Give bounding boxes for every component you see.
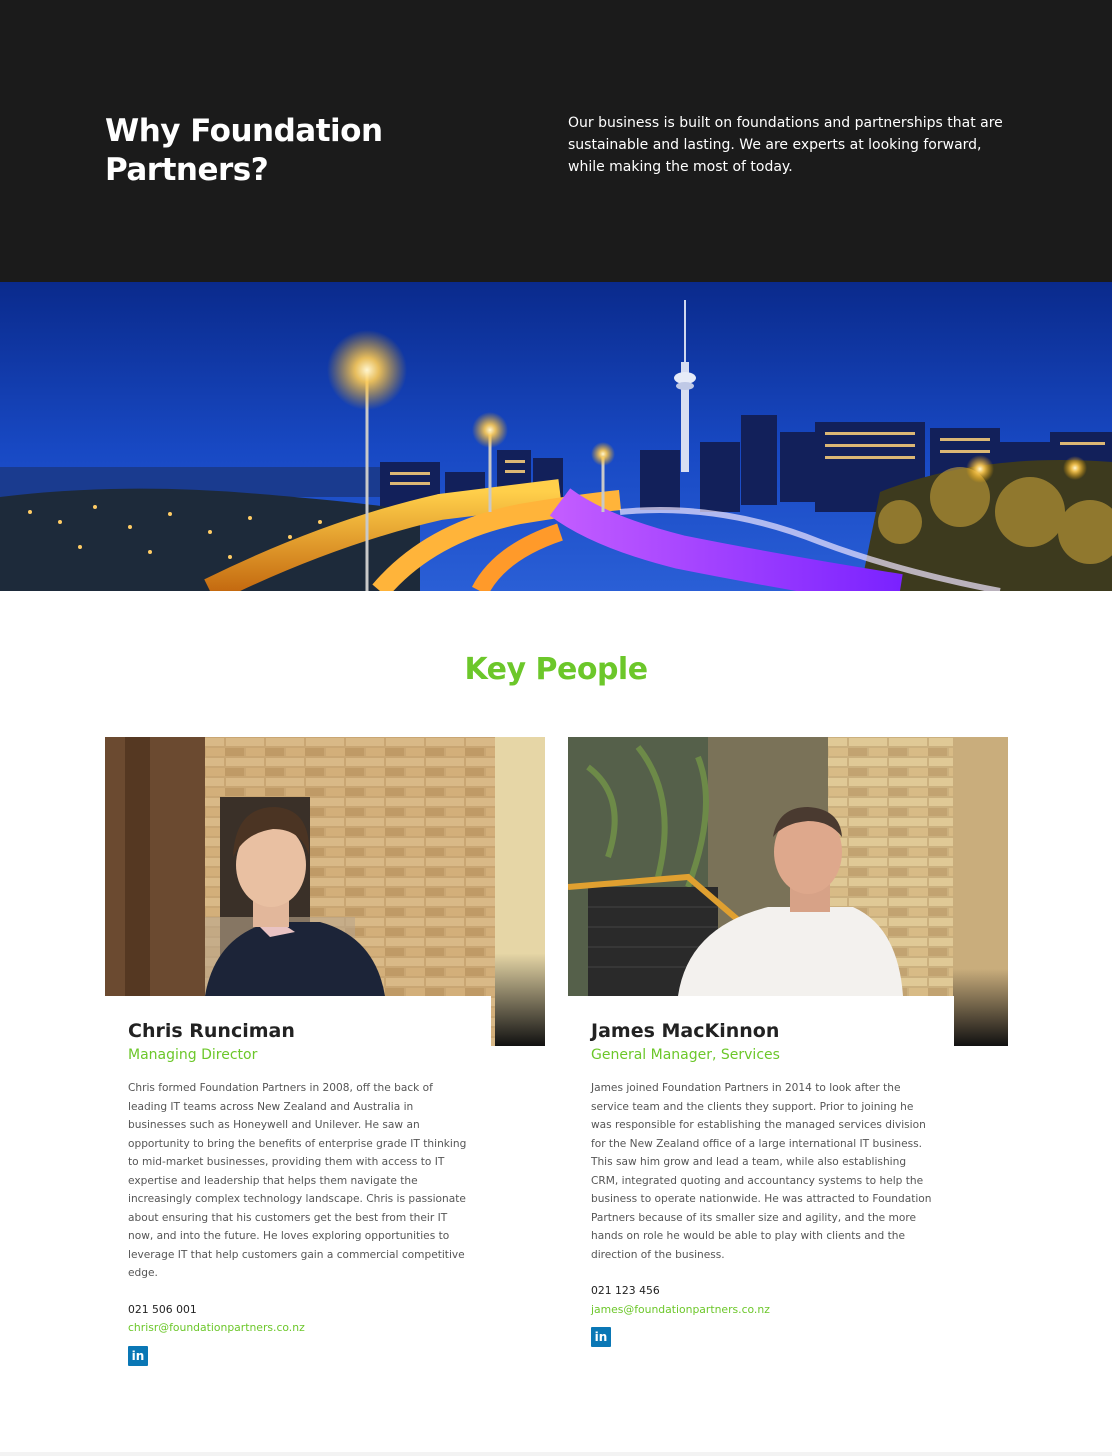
person-role: Managing Director bbox=[128, 1047, 258, 1063]
footer-divider bbox=[0, 1452, 1112, 1456]
linkedin-icon[interactable]: in bbox=[591, 1327, 611, 1347]
person-phone[interactable]: 021 123 456 bbox=[591, 1282, 931, 1301]
hero-intro-text: Our business is built on foundations and… bbox=[568, 115, 1003, 175]
person-bio: James joined Foundation Partners in 2014… bbox=[591, 1082, 932, 1261]
person-info: James MacKinnon General Manager, Service… bbox=[568, 996, 954, 1347]
person-bio: Chris formed Foundation Partners in 2008… bbox=[128, 1082, 467, 1279]
hero-section: Why Foundation Partners? Our business is… bbox=[0, 0, 1112, 282]
city-skyline-banner-image bbox=[0, 282, 1112, 591]
key-people-title: Key People bbox=[464, 652, 648, 687]
person-name: Chris Runciman bbox=[128, 1020, 295, 1042]
person-info: Chris Runciman Managing Director Chris f… bbox=[105, 996, 491, 1366]
person-email-link[interactable]: james@foundationpartners.co.nz bbox=[591, 1301, 931, 1320]
hero-title: Why Foundation Partners? bbox=[105, 113, 383, 188]
person-role: General Manager, Services bbox=[591, 1047, 780, 1063]
person-name: James MacKinnon bbox=[591, 1020, 780, 1042]
linkedin-icon[interactable]: in bbox=[128, 1345, 148, 1366]
person-phone[interactable]: 021 506 001 bbox=[128, 1301, 468, 1320]
person-email-link[interactable]: chrisr@foundationpartners.co.nz bbox=[128, 1319, 468, 1338]
